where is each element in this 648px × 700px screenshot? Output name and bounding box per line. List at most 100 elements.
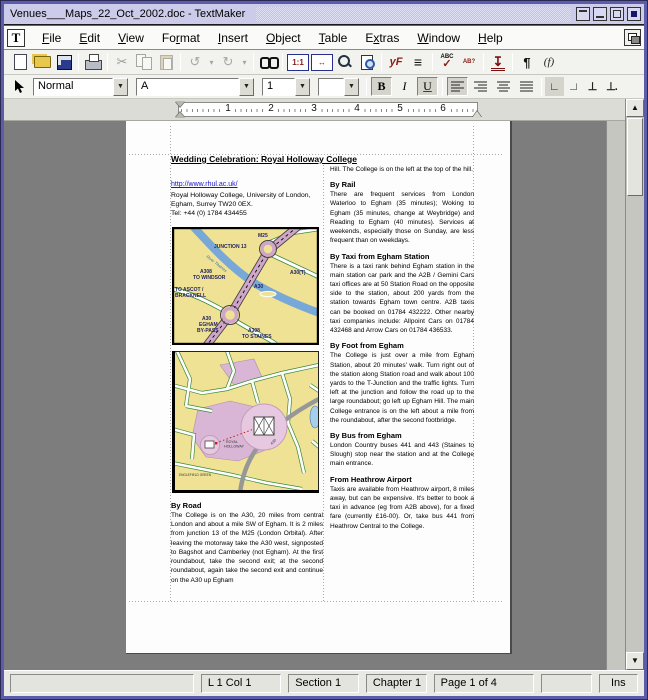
paragraph-style-combo[interactable]: Normal ▼ [33,78,128,96]
section-heading: By Foot from Egham [330,341,474,350]
college-link[interactable]: http://www.rhul.ac.uk/ [171,181,322,188]
section-body: Taxis are available from Heathrow airpor… [330,485,474,531]
menu-format[interactable]: Format [153,28,209,48]
page-indicator[interactable]: Page 1 of 4 [434,674,534,693]
vertical-scrollbar[interactable] [606,121,625,670]
titlebar[interactable]: Venues___Maps_22_Oct_2002.doc - TextMake… [4,4,644,25]
page[interactable]: Wedding Celebration: Royal Holloway Coll… [126,121,512,654]
document-menu-button[interactable]: T [7,29,25,47]
menu-object[interactable]: Object [257,28,310,48]
paragraph-style-dropdown-arrow[interactable]: ▼ [113,78,128,96]
paragraph-settings-icon[interactable]: ≡ [407,52,429,72]
menu-window[interactable]: Window [408,28,469,48]
menu-table[interactable]: Table [310,28,357,48]
cursor-position[interactable]: L 1 Col 1 [201,674,281,693]
fields-icon[interactable]: yF [385,52,407,72]
maximize-button[interactable] [610,7,624,21]
font-dropdown-arrow[interactable]: ▼ [239,78,254,96]
section-body: Hill. The College is on the left at the … [330,165,474,174]
section-heading: By Road [171,501,323,510]
menu-insert[interactable]: Insert [209,28,257,48]
underline-button[interactable]: U [417,77,438,96]
font-value[interactable]: A [136,78,239,96]
map1-label-a30: A30 [254,284,263,290]
section-body: London Country buses 441 and 443 (Staine… [330,441,474,469]
spellcheck-icon[interactable]: ABC [436,52,458,72]
new-document-icon[interactable] [9,52,31,72]
align-left-button[interactable] [447,77,468,96]
map1-label-bracknell: BRACKNELL [175,293,206,299]
tab-left-icon[interactable] [545,77,564,96]
section-body: The College is just over a mile from Egh… [330,351,474,425]
scrollbar-thumb[interactable] [627,118,643,196]
font-size-value[interactable]: 1 [262,78,295,96]
magnifier-icon[interactable] [334,52,356,72]
menu-view[interactable]: View [109,28,153,48]
ruler-number-1: 1 [223,103,233,114]
scroll-up-icon[interactable]: ▲ [626,99,644,117]
ruler-number-2: 2 [266,103,276,114]
print-icon[interactable] [82,52,104,72]
menu-edit[interactable]: Edit [70,28,109,48]
font-size-combo[interactable]: 1 ▼ [262,78,310,96]
chapter-indicator[interactable]: Chapter 1 [366,674,427,693]
map-image-junction13[interactable]: M25 JUNCTION 13 A30(T) A30 A308 TO WINDS… [172,227,319,350]
align-right-button[interactable] [470,77,491,96]
menu-help[interactable]: Help [469,28,512,48]
first-line-indent-marker[interactable] [175,101,185,107]
shade-button[interactable] [576,7,590,21]
toolbar-separator [512,53,513,71]
tab-center-icon[interactable] [583,77,602,96]
section-body: There is a taxi rank behind Egham statio… [330,262,474,336]
page-magnifier-icon[interactable] [356,52,378,72]
vertical-scrollbar[interactable]: ▲ ▼ [625,99,644,670]
map1-label-bypass: BY-PASS [197,328,219,334]
font-color-combo[interactable]: ▼ [318,78,359,96]
paragraph-style-value[interactable]: Normal [33,78,113,96]
map2-label-area: ENGLEFIELD GREEN [179,473,212,477]
function-icon[interactable]: (f) [538,52,560,72]
menu-file[interactable]: File [33,28,70,48]
font-size-dropdown-arrow[interactable]: ▼ [295,78,310,96]
open-icon[interactable] [31,52,53,72]
undo-icon: ↺ [184,52,206,72]
map1-label-m25: M25 [258,233,268,239]
ruler-strip[interactable]: 123456 [178,102,478,117]
ruler[interactable]: 123456 [4,99,625,121]
font-color-dropdown-arrow[interactable]: ▼ [344,78,359,96]
align-center-button[interactable] [493,77,514,96]
bottom-margin-guide [129,601,504,602]
section-indicator[interactable]: Section 1 [288,674,359,693]
zoom-100-icon[interactable]: 1:1 [287,54,309,71]
bold-button[interactable]: B [371,77,392,96]
font-combo[interactable]: A ▼ [136,78,254,96]
right-indent-marker[interactable] [472,111,482,118]
save-icon[interactable] [53,52,75,72]
map1-label-to-staines: TO STAINES [242,334,272,340]
minimize-button[interactable] [593,7,607,21]
tab-decimal-icon[interactable] [602,77,621,96]
close-button[interactable] [627,7,641,21]
align-justify-button[interactable] [516,77,537,96]
toolbar-separator [432,53,433,71]
object-mode-pointer-icon[interactable] [9,78,29,96]
document-area[interactable]: Wedding Celebration: Royal Holloway Coll… [4,121,625,670]
tab-right-icon[interactable] [564,77,583,96]
pilcrow-icon[interactable]: ¶ [516,52,538,72]
scroll-down-icon[interactable]: ▼ [626,652,644,670]
map-image-campus[interactable]: ROYAL HOLLOWAY A30 ENGLEFIELD GREEN [172,351,319,498]
left-indent-marker[interactable] [175,112,185,118]
fit-width-icon[interactable]: ↔ [311,54,333,71]
redo-icon: ↻ [217,52,239,72]
insert-mode-indicator[interactable]: Ins [599,674,638,693]
window-list-icon[interactable] [624,29,641,46]
left-column: http://www.rhul.ac.uk/ Royal Holloway Co… [171,181,322,219]
menu-extras[interactable]: Extras [356,28,408,48]
translate-icon[interactable]: AB? [458,52,480,72]
menubar: T FileEditViewFormatInsertObjectTableExt… [4,26,644,50]
find-icon[interactable] [257,52,279,72]
import-icon[interactable]: ↧ [487,52,509,72]
italic-button[interactable]: I [394,77,415,96]
font-color-swatch[interactable] [318,78,344,96]
map1-label-junction13: JUNCTION 13 [214,244,247,250]
